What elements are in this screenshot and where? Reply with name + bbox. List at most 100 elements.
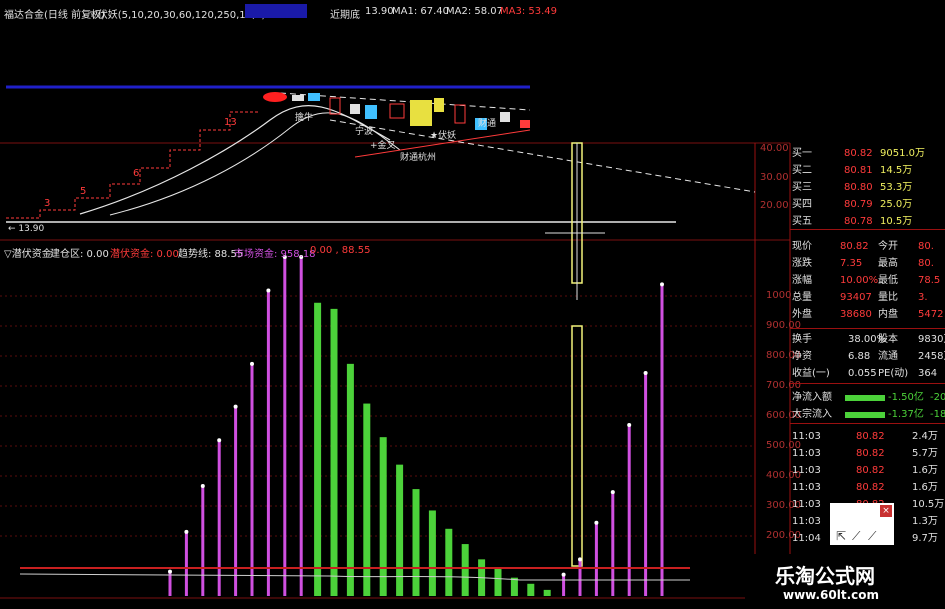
bid-label: 买三 xyxy=(792,182,812,193)
bar-top-dot xyxy=(217,438,222,443)
drawing-tool-popup[interactable]: × ⇱ ⟋ ⟋ xyxy=(830,503,894,545)
bar-top-dot xyxy=(184,529,189,534)
market-fund-bar xyxy=(594,522,598,596)
stat-label-2: 股本 xyxy=(878,334,898,345)
stat-label: 净资 xyxy=(792,351,812,362)
order-book-row: 买二 80.81 14.5万 xyxy=(790,162,945,179)
order-book-row: 买五 80.78 10.5万 xyxy=(790,213,945,230)
green-fund-bar xyxy=(314,302,322,596)
ma3-readout: MA3: 53.49 xyxy=(500,6,558,17)
flow-bar xyxy=(845,395,885,401)
tick-row: 11:03 80.82 1.6万 xyxy=(790,479,945,496)
lower-title: ▽潜伏资金 xyxy=(4,249,52,260)
market-fund-bar xyxy=(184,531,188,596)
tick-volume: 1.6万 xyxy=(912,482,938,493)
flow-bar xyxy=(845,412,885,418)
step-label: 6 xyxy=(133,168,140,179)
trend-line-white xyxy=(19,573,690,581)
flow-label: 大宗流入 xyxy=(792,409,832,420)
stat-label-2: PE(动) xyxy=(878,368,909,379)
annotation: 财通 xyxy=(478,119,497,129)
market-fund-bar xyxy=(627,424,631,596)
step-label: 13 xyxy=(224,117,237,128)
tick-time: 11:03 xyxy=(792,431,821,442)
tick-volume: 2.4万 xyxy=(912,431,938,442)
tick-volume: 10.5万 xyxy=(912,499,945,510)
bid-volume: 9051.0万 xyxy=(880,148,925,159)
ray-tool-icon[interactable]: ⟋ xyxy=(868,529,876,544)
tick-time: 11:03 xyxy=(792,448,821,459)
bar-series xyxy=(168,254,664,596)
quote-value: 80.82 xyxy=(840,241,869,252)
y-axis-label: 1000 xyxy=(766,290,792,301)
stat-value: 0.055 xyxy=(848,368,877,379)
quote-label-2: 量比 xyxy=(878,292,898,303)
green-fund-bar xyxy=(412,489,420,596)
quote-value: 93407 xyxy=(840,292,872,303)
bar-top-dot xyxy=(578,557,582,562)
bid-price: 80.82 xyxy=(844,148,873,159)
flow-label: 净流入额 xyxy=(792,392,832,403)
quote-label: 涨跌 xyxy=(792,258,812,269)
bar-top-dot xyxy=(168,569,172,574)
quote-value: 38680 xyxy=(840,309,872,320)
annotation: 财通杭州 xyxy=(400,153,437,163)
quote-label: 外盘 xyxy=(792,309,812,320)
quote-value-2: 80. xyxy=(918,241,934,252)
quote-row: 涨跌 7.35 最高 80. xyxy=(790,255,945,272)
tick-time: 11:04 xyxy=(792,533,821,544)
tick-time: 11:03 xyxy=(792,516,821,527)
green-fund-bar xyxy=(543,589,551,596)
annotation: 擒牛 xyxy=(295,113,314,123)
green-fund-bar xyxy=(346,363,354,596)
stat-row: 收益(一) 0.055 PE(动) 364 xyxy=(790,365,945,382)
step-label: 5 xyxy=(80,186,87,197)
green-fund-bar xyxy=(445,528,453,596)
quote-label-2: 内盘 xyxy=(878,309,898,320)
watermark: 乐淘公式网 www.60lt.com xyxy=(745,554,945,609)
quote-row: 涨幅 10.00% 最低 78.5 xyxy=(790,272,945,289)
market-fund-bar xyxy=(578,559,582,596)
stat-value-2: 9830万 xyxy=(918,334,945,345)
pointer-tool-icon[interactable]: ⇱ xyxy=(836,529,846,543)
tick-volume: 1.3万 xyxy=(912,516,938,527)
bid-volume: 14.5万 xyxy=(880,165,913,176)
tick-row: 11:03 80.82 5.7万 xyxy=(790,445,945,462)
extra-readout: 0.00 , 88.55 xyxy=(310,245,371,256)
green-fund-bar xyxy=(494,568,502,596)
stat-value: 6.88 xyxy=(848,351,871,362)
tick-time: 11:03 xyxy=(792,499,821,510)
step-label: 3 xyxy=(44,198,51,209)
panel-divider xyxy=(790,328,945,329)
annotation: ★伏妖 xyxy=(430,131,457,141)
bid-volume: 10.5万 xyxy=(880,216,913,227)
flow-extra: -20 xyxy=(930,392,945,403)
bid-price: 80.78 xyxy=(844,216,873,227)
bar-top-dot xyxy=(627,422,632,427)
green-fund-bar xyxy=(428,510,436,596)
quote-value-2: 78.5 xyxy=(918,275,941,286)
stat-row: 净资 6.88 流通 2458万 xyxy=(790,348,945,365)
quote-label: 涨幅 xyxy=(792,275,812,286)
market-fund-bar xyxy=(217,440,221,596)
quote-value: 7.35 xyxy=(840,258,863,269)
bar-top-dot xyxy=(660,282,664,287)
stat-label-2: 流通 xyxy=(878,351,898,362)
price-axis-label: 30.00 xyxy=(760,172,789,183)
green-fund-bar xyxy=(461,544,469,596)
quote-label-2: 今开 xyxy=(878,241,898,252)
tick-time: 11:03 xyxy=(792,465,821,476)
close-icon[interactable]: × xyxy=(880,505,892,517)
line-tool-icon[interactable]: ⟋ xyxy=(852,529,860,544)
quote-row: 外盘 38680 内盘 5472 xyxy=(790,306,945,323)
tick-volume: 9.7万 xyxy=(912,533,938,544)
bid-price: 80.81 xyxy=(844,165,873,176)
bid-label: 买一 xyxy=(792,148,812,159)
tick-volume: 5.7万 xyxy=(912,448,938,459)
bid-volume: 25.0万 xyxy=(880,199,913,210)
panel-divider xyxy=(790,229,945,230)
market-fund-bar xyxy=(299,256,303,596)
price-axis-label: 20.00 xyxy=(760,200,789,211)
quote-value-2: 80. xyxy=(918,258,934,269)
lower-grid xyxy=(0,295,755,537)
